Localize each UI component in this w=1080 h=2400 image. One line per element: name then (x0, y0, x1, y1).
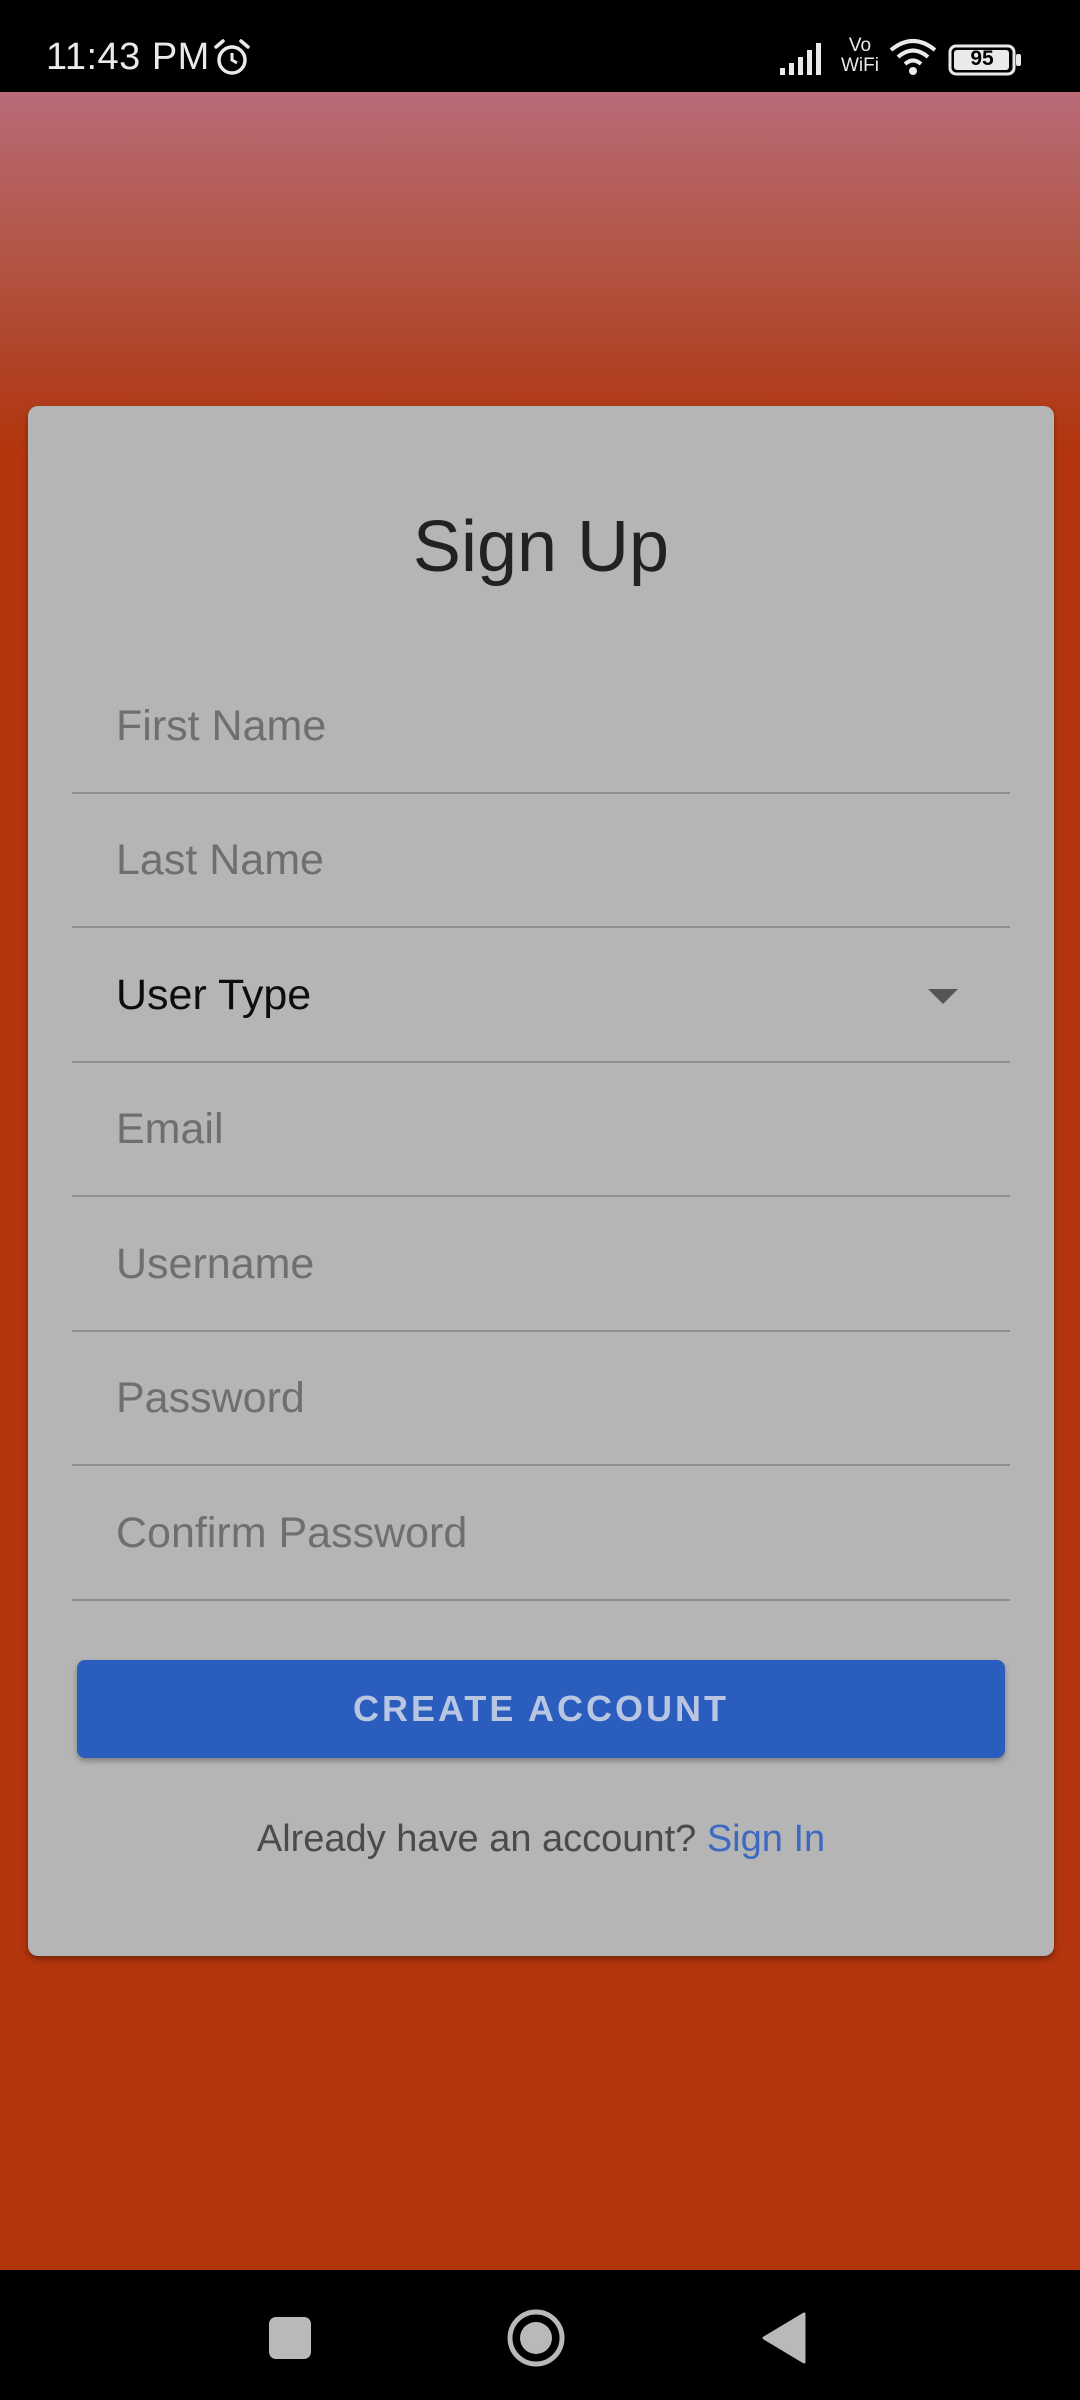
page-title: Sign Up (412, 507, 670, 587)
signin-link[interactable]: Sign In (707, 1818, 825, 1860)
status-time: 11:43 PM (46, 36, 210, 78)
navigation-bar (0, 2270, 1080, 2400)
signin-prompt-line: Already have an account? Sign In (28, 1818, 1054, 1861)
wifi-icon (889, 39, 937, 75)
signal-icon (780, 43, 821, 75)
first-name-placeholder: First Name (116, 702, 327, 750)
home-icon[interactable] (506, 2308, 566, 2368)
create-account-button[interactable]: CREATE ACCOUNT (77, 1660, 1005, 1758)
email-field[interactable]: Email (72, 1063, 1010, 1197)
status-bar: 11:43 PM Vo WiFi 95 (0, 0, 1080, 92)
dropdown-arrow-icon[interactable] (928, 989, 958, 1004)
first-name-field[interactable]: First Name (72, 660, 1010, 794)
confirm-password-placeholder: Confirm Password (116, 1509, 468, 1557)
vowifi-label: Vo WiFi (841, 35, 879, 76)
confirm-password-field[interactable]: Confirm Password (72, 1467, 1010, 1601)
recent-apps-icon[interactable] (268, 2316, 312, 2360)
email-placeholder: Email (116, 1105, 224, 1153)
battery-level: 95 (970, 47, 994, 70)
screen: 11:43 PM Vo WiFi 95 Sign Up First Name L… (0, 0, 1080, 2400)
password-placeholder: Password (116, 1374, 305, 1422)
signup-card: Sign Up First Name Last Name User Type E… (28, 406, 1054, 1956)
username-placeholder: Username (116, 1240, 315, 1288)
signin-prompt-text: Already have an account? (256, 1818, 697, 1860)
back-icon[interactable] (760, 2312, 806, 2364)
username-field[interactable]: Username (72, 1198, 1010, 1332)
user-type-value: User Type (116, 971, 312, 1019)
last-name-field[interactable]: Last Name (72, 794, 1010, 928)
alarm-icon (214, 39, 250, 75)
last-name-placeholder: Last Name (116, 836, 324, 884)
password-field[interactable]: Password (72, 1332, 1010, 1466)
user-type-select[interactable]: User Type (72, 929, 1010, 1063)
